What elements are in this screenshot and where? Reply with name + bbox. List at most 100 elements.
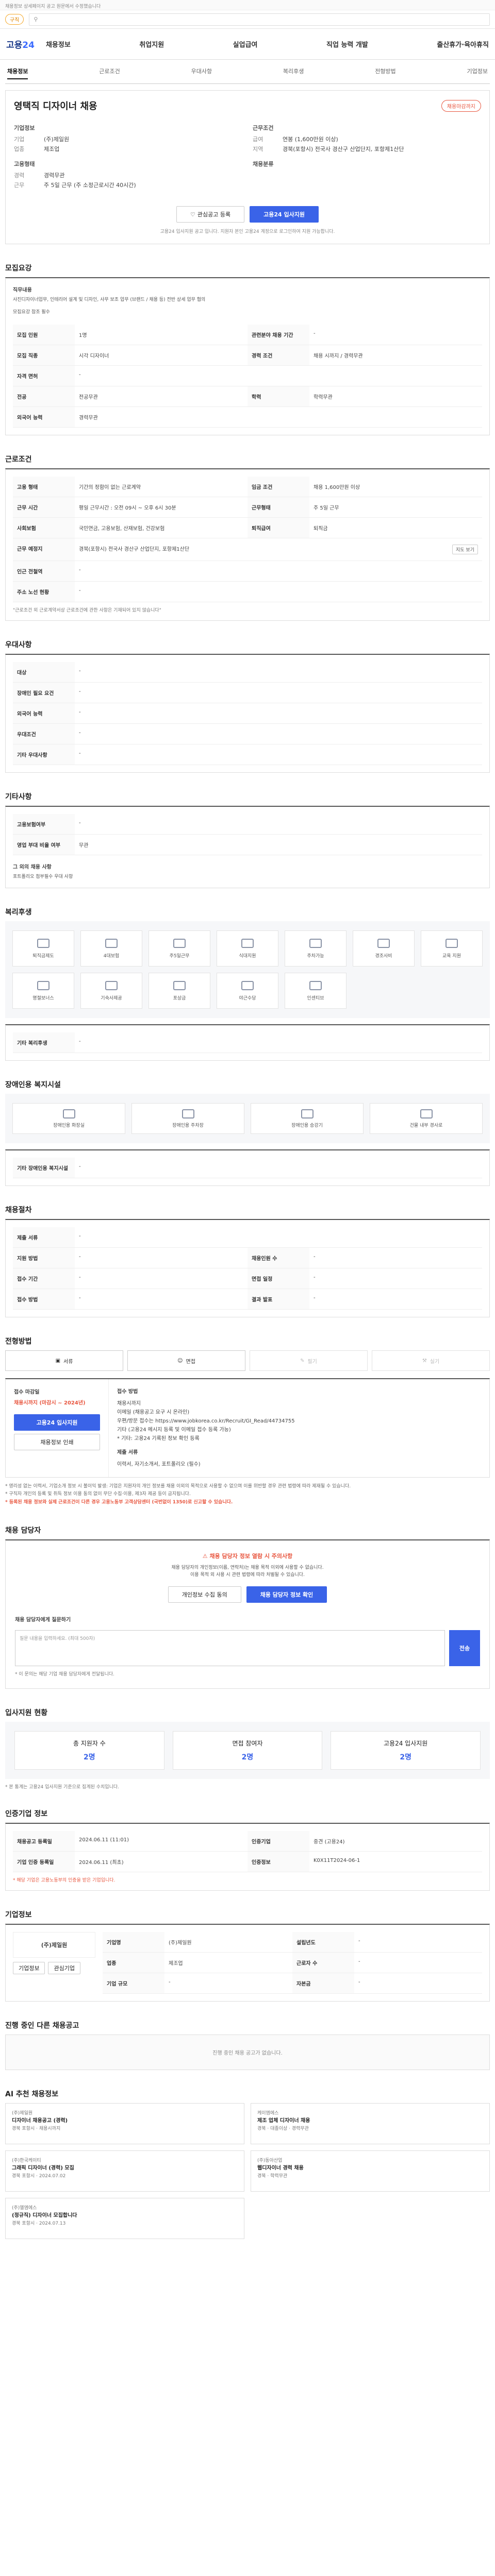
- etc-table: 고용보험여부 - 영업 부대 비율 여부 무관: [13, 814, 482, 855]
- requirement-value: 경력무관: [44, 172, 65, 179]
- apply-method-line[interactable]: 우편/방문 접수는 https://www.jobkorea.co.kr/Rec…: [117, 1417, 481, 1426]
- condition-info: 근무조건 급여 연봉 (1,600만원 이상) 지역 경북(포항시) 전국사 경산구…: [253, 124, 481, 155]
- section-title: 전형방법: [5, 1337, 32, 1346]
- caution-line: * 등록된 채용 정보와 실제 근로조건이 다른 경우 고용노동부 고객상담센터…: [5, 1499, 233, 1505]
- related-list: (주)제일원 디자이너 채용공고 (경력) 경북 포항시 · 채용시까지 케이엠에스…: [5, 2103, 490, 2239]
- method-section: 전형방법 ▣ 서류 ☺ 면접 ✎ 필기 ⚒ 실기 접수 마감일 채용시까지 (마감시 ~…: [5, 1336, 490, 1506]
- cell-key: 고용보험여부: [13, 814, 75, 835]
- tab-welfare[interactable]: 복리후생: [283, 67, 304, 79]
- cell-value: 학력무관: [309, 386, 482, 407]
- cell-value: 채용 시까지 / 경력무관: [309, 345, 482, 366]
- cell-value: -: [309, 325, 482, 345]
- company-table: 기업명 (주)제일원 설립년도 - 업종 제조업 근로자 수- 기업 규모 - 자본금 -: [103, 1931, 482, 1994]
- tab-preferences[interactable]: 우대사항: [191, 67, 212, 79]
- related-card[interactable]: (주)한국케이티 그래픽 디자이너 (경력) 모집 경북 포항시 · 2024.07…: [5, 2150, 244, 2192]
- section-title: 모집요강: [5, 264, 32, 273]
- site-logo[interactable]: 고용24: [6, 38, 35, 50]
- cell-value: 무관: [75, 835, 482, 855]
- map-button[interactable]: 지도 보기: [452, 544, 478, 554]
- print-button[interactable]: 채용정보 인쇄: [14, 1434, 100, 1451]
- disability-grid: 장애인용 화장실 장애인용 주차장 장애인용 승강기 건물 내부 경사로: [5, 1094, 490, 1144]
- cell-key: 우대조건: [13, 723, 75, 744]
- apply-notice: 고용24 입사지원 공고 입니다. 지원자 본인 고용24 계정으로 로그인하여…: [160, 229, 335, 234]
- apply-button[interactable]: 고용24 입사지원: [250, 206, 319, 223]
- welfare-label: 4대보험: [103, 953, 120, 959]
- related-card[interactable]: 케이엠에스 제조 업체 디자이너 채용 경북 · 대졸이상 · 경력무관: [251, 2103, 490, 2144]
- menu-item-leave[interactable]: 출산휴가·육아휴직: [437, 39, 489, 49]
- deadline-label: 접수 마감일: [14, 1389, 40, 1396]
- logo-text: 고용: [6, 40, 23, 50]
- cell-key: 전공: [13, 386, 75, 407]
- cell-value: -: [75, 1289, 248, 1310]
- stat-label: 면접 참여자: [232, 1739, 263, 1747]
- question-textarea[interactable]: 질문 내용을 입력하세요. (최대 500자): [15, 1630, 445, 1666]
- apply-button-2[interactable]: 고용24 입사지원: [14, 1414, 100, 1431]
- consent-button[interactable]: 개인정보 수집 동의: [168, 1586, 241, 1603]
- cell-key: 설립년도: [292, 1931, 354, 1953]
- menu-item-training[interactable]: 직업 능력 개발: [326, 39, 368, 49]
- job-section: 모집요강 직무내용 사진디자이너업무, 인테리어 설계 및 디자인, 사무 보조…: [5, 263, 490, 435]
- cell-key: 근무형태: [248, 497, 309, 518]
- hire-section: 채용절차 제출 서류 - 지원 방법 - 채용인원 수- 접수 기간 - 면접 일정 - 접…: [5, 1205, 490, 1318]
- cell-value: -: [75, 814, 482, 835]
- related-card[interactable]: (주)동아산업 웹디자이너 경력 채용 경북 · 학력무관: [251, 2150, 490, 2192]
- tool-icon: ⚒: [422, 1358, 427, 1364]
- section-title: 우대사항: [5, 640, 32, 649]
- cell-value: 평일 근무시간 : 오전 09시 ~ 오후 6시 30분: [75, 497, 248, 518]
- related-company: (주)한국케이티: [12, 2158, 41, 2163]
- main-menu: 채용정보 취업지원 실업급여 직업 능력 개발 출산휴가·육아휴직: [46, 39, 489, 49]
- cell-key: 지원 방법: [13, 1248, 75, 1269]
- menu-item-jobs[interactable]: 채용정보: [46, 39, 71, 49]
- cell-key: 근로자 수: [292, 1952, 354, 1973]
- welfare-item: 4대보험: [80, 930, 142, 967]
- dormitory-icon: [105, 980, 118, 990]
- section-title: 기타사항: [5, 792, 32, 801]
- section-title: 장애인용 복지시설: [5, 1081, 61, 1090]
- cell-key: 장애인 필요 요건: [13, 682, 75, 703]
- tab-method[interactable]: 전형방법: [375, 67, 395, 79]
- search-input[interactable]: ⚲: [29, 13, 490, 26]
- cell-key: 채용공고 등록일: [13, 1831, 75, 1852]
- cell-value: 경력무관: [75, 407, 248, 428]
- welfare-label: 교육 지원: [442, 953, 461, 959]
- welfare-item: 주차가능: [285, 930, 346, 967]
- disability-item: 장애인용 승강기: [251, 1103, 364, 1134]
- cell-key: 근무 예정지: [13, 538, 75, 561]
- work-note: "근로조건 외 근로계약서상 근로조건에 관한 사항은 기재되어 있지 않습니다…: [13, 607, 161, 613]
- send-button[interactable]: 전송: [449, 1630, 480, 1666]
- calendar-icon: [173, 938, 186, 948]
- follow-company-button[interactable]: 관심기업: [48, 1961, 80, 1974]
- related-card[interactable]: (주)엘엠에스 (정규직) 디자이너 모집합니다 경북 포항시 · 2024.07.…: [5, 2197, 244, 2239]
- contact-view-button[interactable]: 채용 담당자 정보 확인: [246, 1586, 327, 1603]
- toilet-icon: [62, 1109, 75, 1118]
- top-bar: 구직 ⚲: [0, 10, 495, 29]
- parking-icon: [309, 938, 322, 948]
- question-label: 채용 담당자에게 질문하기: [15, 1617, 71, 1623]
- top-notice: 채용정보 상세페이지 공고 원문에서 수정했습니다: [0, 0, 495, 10]
- cell-key: 인근 전철역: [13, 561, 75, 582]
- cell-value: -: [309, 1289, 482, 1310]
- cell-value: -: [75, 1032, 482, 1054]
- menu-item-support[interactable]: 취업지원: [139, 39, 164, 49]
- company-value: (주)제일원: [44, 136, 70, 143]
- related-title: 웹디자이너 경력 채용: [257, 2165, 304, 2172]
- inquiry-warning-text: 채용 담당자 정보 열람 시 주의사항: [209, 1553, 293, 1560]
- related-company: 케이엠에스: [257, 2110, 279, 2116]
- cell-value: -: [75, 1248, 248, 1269]
- global-nav: 고용24 채용정보 취업지원 실업급여 직업 능력 개발 출산휴가·육아휴직: [0, 29, 495, 60]
- cell-key: 퇴직급여: [248, 517, 309, 538]
- company-info-button[interactable]: 기업정보: [13, 1961, 45, 1974]
- tab-conditions[interactable]: 근로조건: [99, 67, 120, 79]
- cell-value: -: [354, 1932, 482, 1953]
- scrap-button[interactable]: ♡ 관심공고 등록: [176, 206, 245, 223]
- search-category-chip[interactable]: 구직: [5, 14, 24, 25]
- tab-company[interactable]: 기업정보: [467, 67, 487, 79]
- search-icon: ⚲: [34, 16, 38, 23]
- tab-job[interactable]: 채용정보: [7, 67, 28, 79]
- company-info: 기업정보 기업 (주)제일원 업종 제조업: [14, 124, 242, 155]
- related-card[interactable]: (주)제일원 디자이너 채용공고 (경력) 경북 포항시 · 채용시까지: [5, 2103, 244, 2144]
- welfare-label: 주5일근무: [169, 953, 190, 959]
- menu-item-unemployment[interactable]: 실업급여: [233, 39, 258, 49]
- cell-value: 제조업: [164, 1953, 292, 1973]
- cell-value: 경북(포항시) 전국사 경산구 산업단지, 포항제1산단: [75, 538, 248, 561]
